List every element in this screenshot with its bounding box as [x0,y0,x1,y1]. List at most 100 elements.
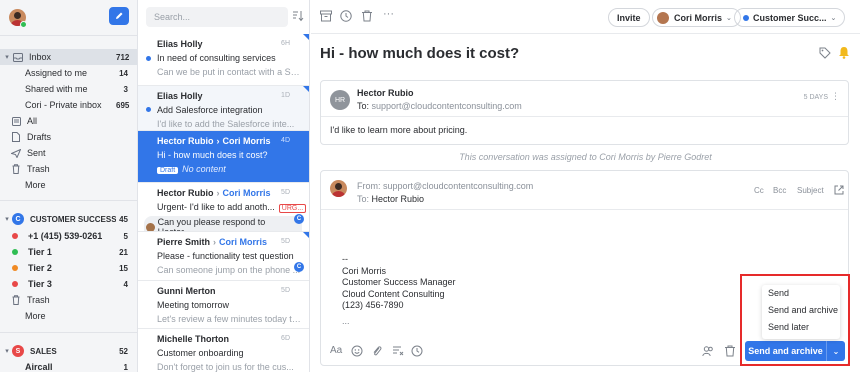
sidebar-item-all[interactable]: All [0,113,137,129]
comment-chip[interactable]: Can you please respond to Hector... [144,216,302,231]
chevron-right-icon: › [216,188,220,198]
toolbar: ··· Invite Cori Morris ⌄ Customer Succ...… [311,0,860,34]
sidebar-item-cs-more[interactable]: More [0,308,137,324]
chevron-down-icon[interactable]: ▾ [2,347,12,355]
message-age: 5 DAYS [803,94,828,101]
sidebar: ▾ Inbox 712 Assigned to me 14 Shared wit… [0,0,138,372]
draft-badge: Draft [157,167,179,174]
list-header: Search... [138,0,309,34]
sidebar-header [0,0,137,36]
clock-icon[interactable] [340,10,352,22]
list-item-selected[interactable]: Hector Rubio › Cori Morris 4D Hi - how muc… [138,131,309,183]
avatar: HR [330,90,350,110]
paperclip-icon[interactable] [371,345,383,357]
avatar [330,180,347,197]
conversation-list: Search... Elias Holly 6H In need of cons… [138,0,310,372]
divider [0,332,137,333]
sidebar-item-sent[interactable]: Sent [0,145,137,161]
team-badge: C [294,262,304,272]
app-window: ▾ Inbox 712 Assigned to me 14 Shared wit… [0,0,860,372]
invite-button[interactable]: Invite [608,8,650,27]
online-status-dot [20,21,27,28]
sidebar-item-shared-with-me[interactable]: Shared with me 3 [0,81,137,97]
more-icon[interactable]: ··· [383,8,394,20]
chevron-down-icon[interactable]: ▾ [2,53,12,61]
sidebar-item-drafts[interactable]: Drafts [0,129,137,145]
page-title: Hi - how much does it cost? [320,45,520,62]
status-dot [12,265,18,271]
sort-icon[interactable] [292,10,304,22]
more-icon[interactable]: ⋮ [831,91,840,102]
list-item[interactable]: Michelle Thorton 6D Customer onboarding … [138,329,309,372]
chevron-down-icon: ⌄ [726,14,732,22]
status-dot [12,233,18,239]
team-sales[interactable]: ▾ S SALES 52 [0,343,137,359]
team-badge: C [294,214,304,224]
send-icon [10,147,22,159]
sidebar-item-tier-2[interactable]: Tier 2 15 [0,260,137,276]
popout-icon[interactable] [834,185,844,195]
chevron-down-icon[interactable]: ▾ [2,215,12,223]
message-card[interactable]: HR Hector Rubio To: support@cloudcontent… [320,80,849,145]
trash-icon[interactable] [361,10,373,22]
subject-button[interactable]: Subject [797,186,824,195]
chevron-right-icon: › [213,237,217,247]
people-icon[interactable] [702,345,714,357]
list-icon [10,115,22,127]
sidebar-item-phone[interactable]: +1 (415) 539-0261 5 [0,228,137,244]
team-badge: C [12,213,24,225]
emoji-icon[interactable] [351,345,363,357]
list-item[interactable]: Gunni Merton 5D Meeting tomorrow Let's r… [138,281,309,329]
inbox-dropdown[interactable]: Customer Succ... ⌄ [734,8,846,27]
team-customer-success[interactable]: ▾ C CUSTOMER SUCCESS 45 [0,211,137,227]
unread-corner-marker [303,34,309,41]
expand-quoted-button[interactable]: ... [342,316,350,326]
compose-button[interactable] [109,7,129,25]
list-item[interactable]: Elias Holly 6H In need of consulting ser… [138,34,309,86]
urgent-tag: URG... [278,204,307,213]
bell-icon[interactable] [838,46,850,59]
sidebar-item-more[interactable]: More [0,177,137,193]
clock-icon[interactable] [411,345,423,357]
divider [321,116,848,117]
list-item[interactable]: Hector Rubio › Cori Morris 5D Urgent- I'd … [138,183,309,232]
bcc-button[interactable]: Bcc [773,186,786,195]
sidebar-item-tier-3[interactable]: Tier 3 4 [0,276,137,292]
from-field[interactable]: support@cloudcontentconsulting.com [383,181,533,191]
sidebar-item-aircall[interactable]: Aircall 1 [0,359,137,372]
assignee-dropdown[interactable]: Cori Morris ⌄ [652,8,741,27]
to-field[interactable]: Hector Rubio [372,194,425,204]
chevron-right-icon: › [216,136,220,146]
chevron-down-icon: ⌄ [830,14,837,22]
sidebar-item-assigned-to-me[interactable]: Assigned to me 14 [0,65,137,81]
cc-button[interactable]: Cc [754,186,764,195]
unread-dot [146,56,151,61]
template-icon[interactable] [392,345,404,357]
sidebar-item-private-inbox[interactable]: Cori - Private inbox 695 [0,97,137,113]
sidebar-item-inbox[interactable]: ▾ Inbox 712 [0,49,137,65]
team-badge: S [12,345,24,357]
sidebar-item-cs-trash[interactable]: Trash [0,292,137,308]
inbox-color-dot [743,14,749,21]
sidebar-item-trash[interactable]: Trash [0,161,137,177]
signature[interactable]: -- Cori Morris Customer Success Manager … [342,254,456,312]
pencil-icon [116,12,123,19]
file-icon [10,131,22,143]
list-item[interactable]: Elias Holly 1D Add Salesforce integratio… [138,86,309,131]
unread-corner-marker [303,86,309,93]
tag-icon[interactable] [819,47,831,59]
divider [321,209,848,210]
sender-name: Hector Rubio [357,88,414,98]
unread-dot [146,107,151,112]
archive-icon[interactable] [320,10,332,22]
trash-icon [10,294,22,306]
search-input[interactable]: Search... [146,7,288,27]
trash-icon[interactable] [724,345,736,357]
avatar [657,11,669,24]
font-icon[interactable]: Aa [330,345,342,357]
list-item[interactable]: Pierre Smith › Cori Morris 5D Please - fun… [138,232,309,281]
avatar [146,222,155,231]
highlight-box [740,274,850,366]
message-body: I'd like to learn more about pricing. [330,125,468,135]
sidebar-item-tier-1[interactable]: Tier 1 21 [0,244,137,260]
